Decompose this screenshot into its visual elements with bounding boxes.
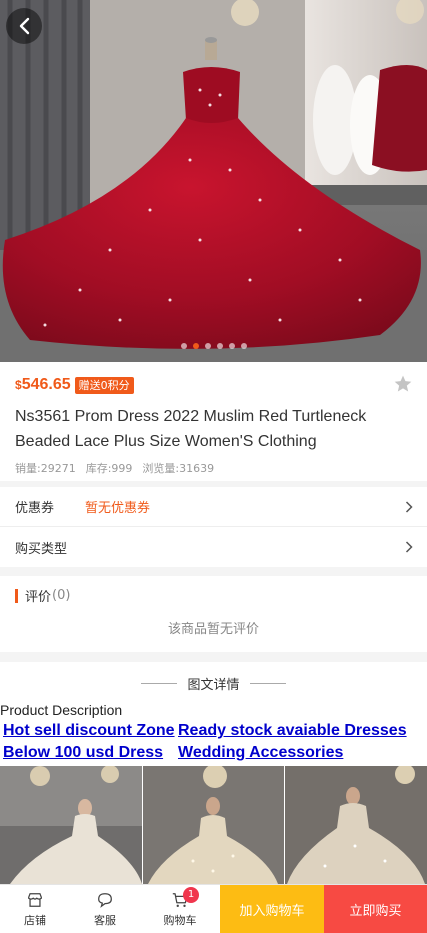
detail-photos <box>0 766 427 884</box>
details-title: 图文详情 <box>187 678 240 693</box>
chevron-left-icon <box>19 17 30 35</box>
store-tab[interactable]: 店铺 <box>0 885 70 933</box>
carousel-dot[interactable] <box>240 343 247 349</box>
reviews-count: (0) <box>52 588 71 603</box>
service-label: 客服 <box>94 913 116 927</box>
bottom-action-bar: 店铺 客服 购物车 1 加入购物车 立即购买 <box>0 884 427 933</box>
link-hot-sell[interactable]: Hot sell discount Zone <box>3 720 175 742</box>
divider <box>250 683 286 684</box>
product-photo <box>0 0 427 362</box>
carousel-dot[interactable] <box>216 343 223 349</box>
link-below-100[interactable]: Below 100 usd Dress <box>3 742 163 764</box>
details-section: 图文详情 Product Description Hot sell discou… <box>0 662 427 884</box>
back-button[interactable] <box>6 8 42 44</box>
cart-badge: 1 <box>183 887 199 903</box>
purchase-type-row[interactable]: 购买类型 <box>0 527 427 567</box>
carousel-dot-active[interactable] <box>192 343 199 349</box>
add-to-cart-button[interactable]: 加入购物车 <box>220 885 324 933</box>
product-title: Ns3561 Prom Dress 2022 Muslim Red Turtle… <box>15 408 367 450</box>
link-wedding-accessories[interactable]: Wedding Accessories <box>178 742 343 764</box>
service-tab[interactable]: 客服 <box>70 885 140 933</box>
product-stats: 销量:29271 库存:999 浏览量:31639 <box>15 460 214 476</box>
sales-count: 销量:29271 <box>15 462 76 475</box>
purchase-type-label: 购买类型 <box>15 541 68 557</box>
product-image-carousel[interactable] <box>0 0 427 362</box>
section-marker <box>15 588 18 603</box>
reviews-header[interactable]: 评价 (0) <box>15 586 70 605</box>
chevron-right-icon <box>405 501 413 513</box>
store-icon <box>28 892 42 907</box>
coupon-value: 暂无优惠券 <box>85 501 151 516</box>
cart-tab[interactable]: 购物车 1 <box>140 885 220 933</box>
chevron-right-icon <box>405 541 413 553</box>
reviews-title: 评价 <box>25 590 52 605</box>
price: $546.65 <box>15 376 71 393</box>
reviews-empty-text: 该商品暂无评价 <box>167 622 259 637</box>
reviews-section: 评价 (0) 该商品暂无评价 <box>0 576 427 652</box>
points-badge: 赠送0积分 <box>74 376 134 394</box>
carousel-dot[interactable] <box>228 343 235 349</box>
favorite-star-icon[interactable] <box>393 374 413 394</box>
carousel-dot[interactable] <box>204 343 211 349</box>
detail-photo[interactable] <box>0 766 142 884</box>
cart-label: 购物车 <box>163 913 197 927</box>
chat-icon <box>98 892 112 908</box>
link-ready-stock[interactable]: Ready stock avaiable Dresses <box>178 720 407 742</box>
detail-photo[interactable] <box>285 766 427 884</box>
detail-photo[interactable] <box>142 766 285 884</box>
coupon-label: 优惠券 <box>15 501 55 516</box>
stock-count: 库存:999 <box>85 462 133 475</box>
carousel-dot[interactable] <box>180 343 187 349</box>
coupon-row[interactable]: 优惠券 暂无优惠券 <box>0 487 427 527</box>
price-row: $546.65 赠送0积分 <box>15 376 134 394</box>
buy-now-button[interactable]: 立即购买 <box>324 885 427 933</box>
option-rows: 优惠券 暂无优惠券 购买类型 <box>0 487 427 567</box>
view-count: 浏览量:31639 <box>142 462 215 475</box>
product-info: $546.65 赠送0积分 Ns3561 Prom Dress 2022 Mus… <box>0 362 427 481</box>
product-description-heading: Product Description <box>0 702 123 718</box>
store-label: 店铺 <box>24 913 46 927</box>
carousel-indicator <box>0 343 427 349</box>
